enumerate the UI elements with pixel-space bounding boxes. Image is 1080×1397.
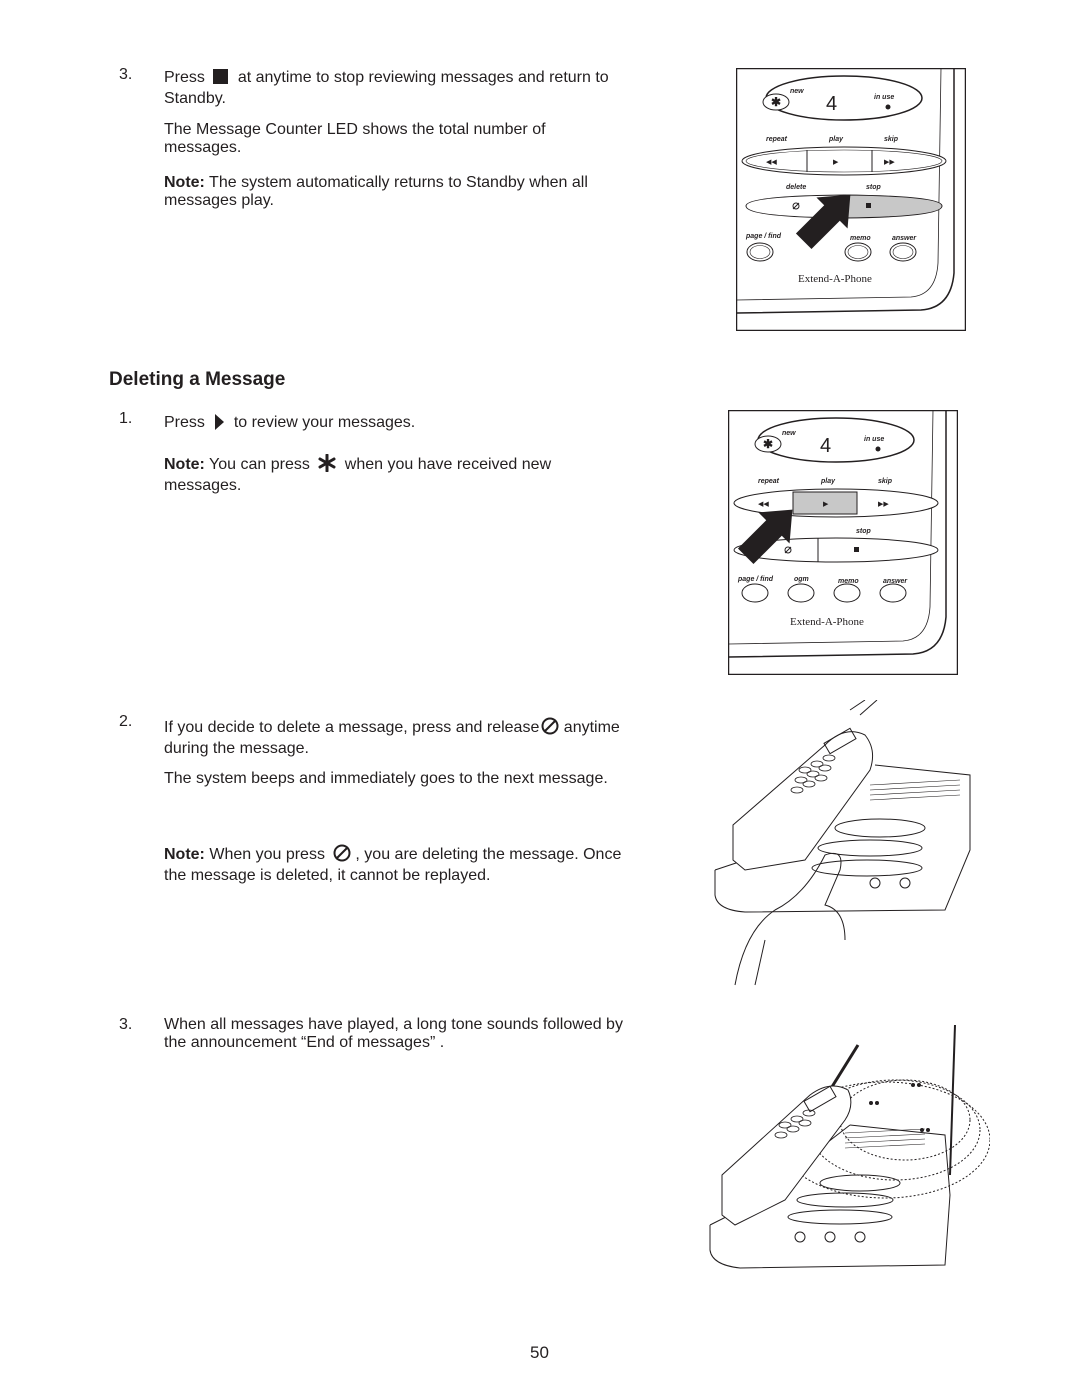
svg-text:◀◀: ◀◀ (766, 159, 777, 166)
note-label: Note: (164, 174, 205, 191)
label-stop: stop (866, 184, 882, 191)
brand-logo: Extend-A-Phone (790, 616, 864, 628)
step-number: 1. (119, 410, 133, 427)
asterisk-icon (318, 453, 336, 477)
stop-square-icon (213, 69, 229, 90)
label-repeat: repeat (758, 478, 780, 485)
message-counter-led: 4 (820, 435, 831, 457)
counter-description: The Message Counter LED shows the total … (164, 121, 546, 156)
note: Note: You can press when you have receiv… (164, 453, 624, 495)
svg-text:◀◀: ◀◀ (758, 501, 769, 508)
label-repeat: repeat (766, 136, 788, 143)
step-number: 2. (119, 713, 133, 730)
label-answer: answer (892, 235, 917, 242)
note-label: Note: (164, 456, 205, 473)
step-text-after: to review your messages. (233, 414, 416, 431)
play-triangle-icon (213, 414, 225, 435)
label-page-find: page / find (737, 576, 774, 583)
label-page-find: page / find (745, 233, 782, 240)
step-text-after: at anytime to stop reviewing messages an… (164, 69, 609, 107)
label-memo: memo (850, 235, 871, 242)
step-text-before: Press (164, 69, 205, 86)
svg-text:✱: ✱ (771, 95, 781, 109)
svg-text:▶: ▶ (823, 501, 829, 508)
answering-panel-figure-play: ✱ new 4 in use repeat play skip ◀◀ ▶ ▶▶ … (727, 409, 959, 676)
label-skip: skip (884, 136, 899, 143)
step-text: Press to review your messages. (164, 414, 624, 435)
label-ogm: ogm (794, 576, 809, 583)
note: Note: When you press , you are deleting … (164, 844, 634, 885)
step-text-before: If you decide to delete a message, press… (164, 719, 540, 736)
svg-text:▶: ▶ (833, 159, 839, 166)
step-number: 3. (119, 1016, 133, 1033)
delete-slash-circle-icon (541, 717, 559, 740)
note-label: Note: (164, 846, 205, 863)
note-text-before: You can press (204, 456, 310, 473)
label-play: play (820, 478, 836, 485)
label-new: new (782, 430, 796, 437)
svg-text:✱: ✱ (763, 437, 773, 451)
label-new: new (790, 88, 804, 95)
step-number: 3. (119, 66, 133, 83)
step-text: Press at anytime to stop reviewing messa… (164, 69, 624, 108)
brand-logo: Extend-A-Phone (798, 273, 872, 285)
hand-pressing-delete-illustration (705, 699, 985, 990)
delete-slash-circle-icon (333, 844, 351, 867)
step-description: The system beeps and immediately goes to… (164, 770, 608, 787)
step-text: When all messages have played, a long to… (164, 1016, 623, 1051)
svg-text:▶▶: ▶▶ (878, 501, 889, 508)
label-play: play (828, 136, 844, 143)
label-in-use: in use (864, 436, 884, 443)
label-stop: stop (856, 528, 872, 535)
label-skip: skip (878, 478, 893, 485)
answering-panel-figure-stop: ✱ new 4 in use repeat play skip ◀◀ ▶ ▶▶ … (735, 67, 967, 332)
step-text: If you decide to delete a message, press… (164, 717, 634, 758)
label-delete: delete (786, 184, 806, 191)
message-counter-led: 4 (826, 93, 837, 115)
note-text: The system automatically returns to Stan… (164, 174, 588, 209)
page-number: 50 (530, 1343, 549, 1362)
svg-text:▶▶: ▶▶ (884, 159, 895, 166)
base-sounding-tone-illustration (700, 1024, 991, 1290)
section-heading: Deleting a Message (109, 369, 286, 390)
label-in-use: in use (874, 94, 894, 101)
note-text-before: When you press (204, 846, 325, 863)
note: Note: The system automatically returns t… (164, 174, 624, 210)
step-text-before: Press (164, 414, 205, 431)
